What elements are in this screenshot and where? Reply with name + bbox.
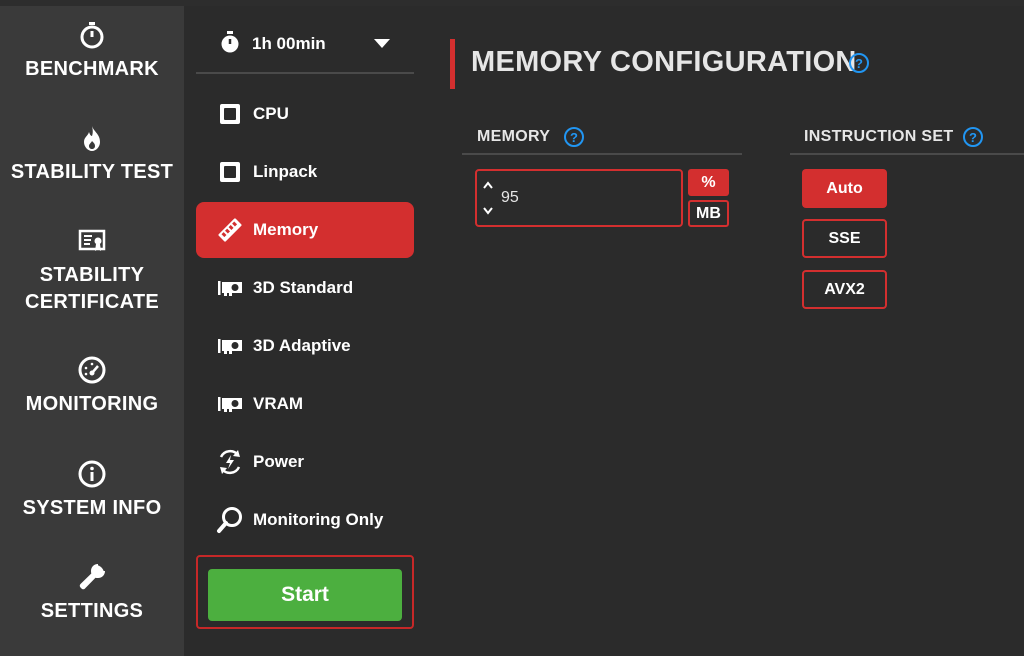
- test-list-panel: 1h 00min CPU Linpack Memory 3D Standard …: [184, 6, 426, 656]
- test-label: CPU: [253, 104, 289, 123]
- start-button[interactable]: Start: [208, 569, 402, 621]
- magnifier-icon: [216, 506, 244, 534]
- page-title: MEMORY CONFIGURATION: [471, 46, 857, 78]
- unit-mb-button[interactable]: MB: [688, 200, 729, 227]
- test-label: Linpack: [253, 162, 318, 181]
- certificate-icon: [77, 226, 107, 256]
- cpu-chip-icon: [216, 100, 244, 128]
- chevron-down-icon[interactable]: [481, 204, 495, 218]
- nav-label: SETTINGS: [40, 600, 144, 622]
- help-icon[interactable]: ?: [849, 53, 869, 73]
- start-frame: Start: [196, 555, 414, 629]
- nav-label: BENCHMARK: [25, 58, 159, 80]
- stopwatch-icon: [218, 30, 242, 59]
- test-item-power[interactable]: Power: [196, 434, 414, 490]
- duration-dropdown[interactable]: 1h 00min: [196, 24, 414, 64]
- test-item-linpack[interactable]: Linpack: [196, 144, 414, 200]
- divider: [790, 153, 1024, 155]
- iset-auto-button[interactable]: Auto: [802, 169, 887, 208]
- help-icon[interactable]: ?: [564, 127, 584, 147]
- gpu-card-icon: [216, 332, 244, 360]
- stopwatch-icon: [77, 20, 107, 50]
- divider: [462, 153, 742, 155]
- nav-label: MONITORING: [25, 393, 159, 415]
- instruction-set-label: INSTRUCTION SET: [804, 128, 954, 145]
- nav-stability-test[interactable]: STABILITY TEST: [0, 123, 184, 186]
- nav-label: STABILITY TEST: [10, 161, 174, 183]
- test-item-vram[interactable]: VRAM: [196, 376, 414, 432]
- memory-label: MEMORY: [477, 128, 551, 145]
- test-label: VRAM: [253, 394, 304, 413]
- chevron-down-icon[interactable]: [374, 39, 390, 48]
- nav-monitoring[interactable]: MONITORING: [0, 355, 184, 418]
- nav-stability-certificate[interactable]: STABILITY CERTIFICATE: [0, 226, 184, 316]
- wrench-icon: [77, 562, 107, 592]
- test-item-cpu[interactable]: CPU: [196, 86, 414, 142]
- test-label: Power: [253, 452, 305, 471]
- iset-avx2-button[interactable]: AVX2: [802, 270, 887, 309]
- title-accent: [450, 39, 455, 89]
- test-label: Memory: [253, 220, 319, 239]
- nav-benchmark[interactable]: BENCHMARK: [0, 20, 184, 83]
- nav-system-info[interactable]: SYSTEM INFO: [0, 459, 184, 522]
- flame-icon: [77, 123, 107, 153]
- divider: [196, 72, 414, 74]
- test-item-3d-standard[interactable]: 3D Standard: [196, 260, 414, 316]
- nav-settings[interactable]: SETTINGS: [0, 562, 184, 625]
- main-panel: MEMORY CONFIGURATION ? MEMORY ? 95 % MB …: [426, 6, 1024, 656]
- test-item-memory[interactable]: Memory: [196, 202, 414, 258]
- memory-value[interactable]: 95: [501, 189, 519, 207]
- main-navigation: BENCHMARK STABILITY TEST STABILITY CERTI…: [0, 6, 184, 656]
- power-cycle-icon: [216, 448, 244, 476]
- test-label: Monitoring Only: [253, 510, 384, 529]
- help-icon[interactable]: ?: [963, 127, 983, 147]
- gauge-icon: [77, 355, 107, 385]
- memory-stepper[interactable]: 95: [475, 169, 683, 227]
- gpu-card-icon: [216, 390, 244, 418]
- memory-stick-icon: [216, 216, 244, 244]
- unit-percent-button[interactable]: %: [688, 169, 729, 196]
- nav-label: SYSTEM INFO: [22, 497, 162, 519]
- test-label: 3D Adaptive: [253, 336, 351, 355]
- gpu-card-icon: [216, 274, 244, 302]
- test-item-3d-adaptive[interactable]: 3D Adaptive: [196, 318, 414, 374]
- iset-sse-button[interactable]: SSE: [802, 219, 887, 258]
- chevron-up-icon[interactable]: [481, 178, 495, 192]
- cpu-chip-icon: [216, 158, 244, 186]
- test-label: 3D Standard: [253, 278, 354, 297]
- duration-value: 1h 00min: [252, 34, 326, 53]
- info-icon: [77, 459, 107, 489]
- nav-label: STABILITY CERTIFICATE: [24, 264, 160, 313]
- test-item-monitoring-only[interactable]: Monitoring Only: [196, 492, 414, 548]
